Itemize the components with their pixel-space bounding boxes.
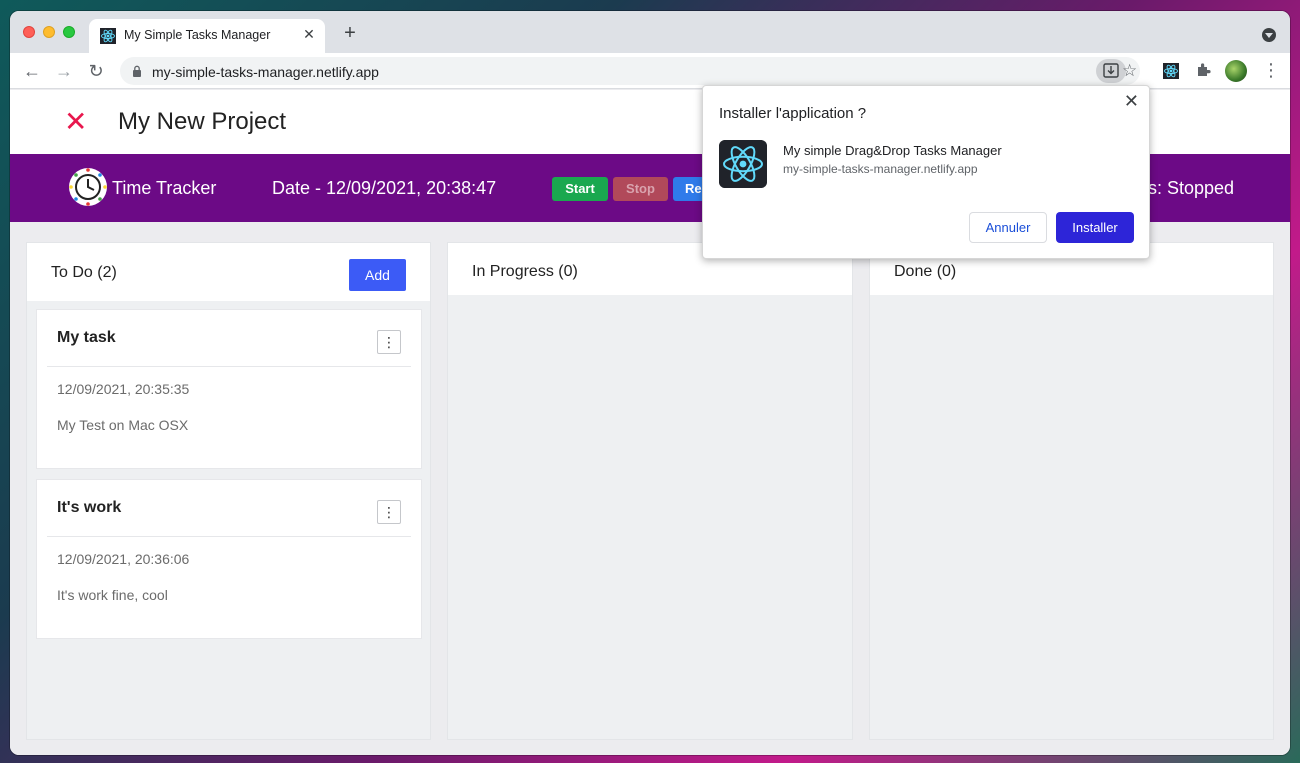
dialog-app-name: My simple Drag&Drop Tasks Manager bbox=[783, 143, 1002, 158]
close-window-button[interactable] bbox=[23, 26, 35, 38]
react-favicon-icon bbox=[100, 28, 116, 44]
url-text: my-simple-tasks-manager.netlify.app bbox=[152, 64, 379, 80]
tracker-label: Time Tracker bbox=[112, 178, 217, 198]
forward-arrow-icon[interactable]: → bbox=[54, 61, 74, 81]
start-button[interactable]: Start bbox=[552, 177, 608, 201]
column-in-progress: In Progress (0) bbox=[447, 242, 853, 740]
install-button[interactable]: Installer bbox=[1056, 212, 1134, 243]
column-title: To Do (2) bbox=[51, 264, 117, 281]
cancel-button[interactable]: Annuler bbox=[969, 212, 1047, 243]
browser-toolbar: ← → ↻ my-simple-tasks-manager.netlify.ap… bbox=[10, 53, 1290, 89]
task-card[interactable]: My task ⋮ 12/09/2021, 20:35:35 My Test o… bbox=[36, 309, 422, 469]
maximize-window-button[interactable] bbox=[63, 26, 75, 38]
dialog-app-url: my-simple-tasks-manager.netlify.app bbox=[783, 162, 978, 176]
back-arrow-icon[interactable]: ← bbox=[22, 61, 42, 81]
dialog-title: Installer l'application ? bbox=[719, 105, 867, 122]
minimize-window-button[interactable] bbox=[43, 26, 55, 38]
browser-tab[interactable]: My Simple Tasks Manager ✕ bbox=[89, 19, 325, 53]
bookmark-star-icon[interactable]: ☆ bbox=[1122, 61, 1137, 81]
lock-icon bbox=[133, 65, 141, 77]
project-title: My New Project bbox=[118, 108, 287, 135]
new-tab-button[interactable]: + bbox=[340, 23, 360, 43]
column-title: Done (0) bbox=[894, 263, 957, 280]
reload-icon[interactable]: ↻ bbox=[86, 61, 106, 81]
browser-menu-icon[interactable]: ⋮ bbox=[1262, 59, 1280, 81]
close-project-icon[interactable]: ✕ bbox=[64, 108, 87, 136]
profile-avatar[interactable] bbox=[1225, 60, 1247, 82]
tab-title: My Simple Tasks Manager bbox=[124, 28, 271, 42]
column-todo: To Do (2) Add My task ⋮ 12/09/2021, 20:3… bbox=[26, 242, 431, 740]
dialog-close-icon[interactable]: ✕ bbox=[1124, 92, 1139, 110]
react-app-icon bbox=[719, 140, 767, 188]
tracker-date: Date - 12/09/2021, 20:38:47 bbox=[272, 178, 497, 198]
card-divider bbox=[47, 366, 411, 367]
card-divider bbox=[47, 536, 411, 537]
task-title: My task bbox=[57, 329, 116, 346]
task-date: 12/09/2021, 20:36:06 bbox=[57, 551, 190, 567]
tab-strip: My Simple Tasks Manager ✕ + bbox=[10, 11, 1290, 53]
address-bar[interactable]: my-simple-tasks-manager.netlify.app bbox=[120, 57, 1140, 85]
task-description: It's work fine, cool bbox=[57, 587, 168, 603]
column-done: Done (0) bbox=[869, 242, 1274, 740]
task-menu-icon[interactable]: ⋮ bbox=[377, 330, 401, 354]
tracker-status: s: Stopped bbox=[1147, 178, 1234, 198]
column-header: To Do (2) Add bbox=[27, 243, 430, 301]
task-card[interactable]: It's work ⋮ 12/09/2021, 20:36:06 It's wo… bbox=[36, 479, 422, 639]
install-app-dialog: Installer l'application ? ✕ My simple Dr… bbox=[702, 85, 1150, 259]
task-title: It's work bbox=[57, 499, 122, 516]
task-menu-icon[interactable]: ⋮ bbox=[377, 500, 401, 524]
stop-button[interactable]: Stop bbox=[613, 177, 668, 201]
column-title: In Progress (0) bbox=[472, 263, 578, 280]
extensions-puzzle-icon[interactable] bbox=[1195, 61, 1213, 79]
task-date: 12/09/2021, 20:35:35 bbox=[57, 381, 190, 397]
tab-close-icon[interactable]: ✕ bbox=[301, 26, 317, 42]
add-task-button[interactable]: Add bbox=[349, 259, 406, 291]
react-devtools-extension-icon[interactable] bbox=[1163, 63, 1179, 79]
clock-icon bbox=[69, 168, 107, 206]
tab-search-icon[interactable] bbox=[1262, 28, 1276, 42]
task-description: My Test on Mac OSX bbox=[57, 417, 189, 433]
